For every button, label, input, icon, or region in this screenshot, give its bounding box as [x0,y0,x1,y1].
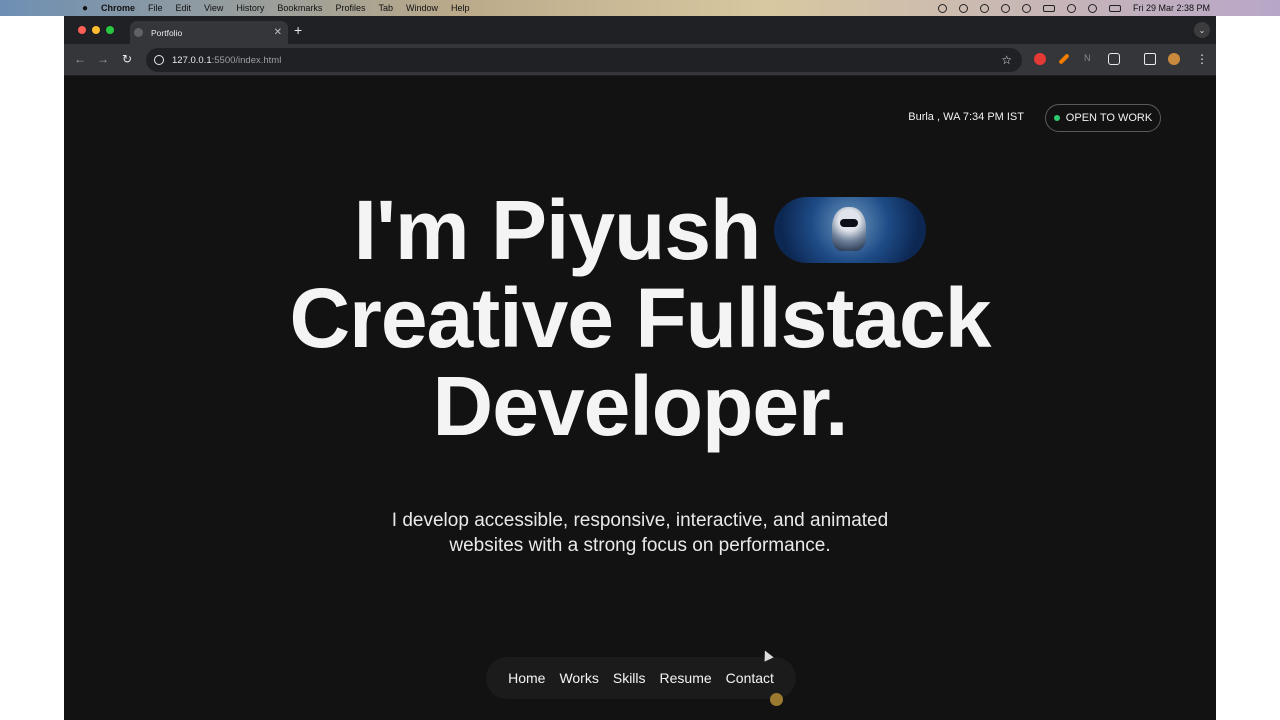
menu-profiles[interactable]: Profiles [335,3,365,13]
custom-cursor-dot [770,693,783,706]
menu-help[interactable]: Help [451,3,470,13]
bookmark-star-icon[interactable]: ☆ [1001,53,1012,67]
extension-pencil-icon[interactable] [1058,53,1070,65]
side-panel-icon[interactable] [1144,53,1156,65]
close-tab-icon[interactable]: ✕ [274,27,282,38]
diver-mask [840,218,859,227]
tagline-line-1: I develop accessible, responsive, intera… [391,510,889,531]
battery-icon[interactable] [1042,4,1055,12]
nav-contact[interactable]: Contact [726,670,774,686]
apple-logo-icon[interactable]: ● [80,3,90,14]
media-icon[interactable] [1000,3,1010,13]
status-icons: Fri 29 Mar 2:38 PM [937,3,1210,13]
bottom-nav: Home Works Skills Resume Contact [486,657,796,699]
page-viewport: Burla , WA 7:34 PM IST OPEN TO WORK I'm … [64,76,1216,720]
reload-icon[interactable]: ↻ [122,52,132,66]
tab-portfolio[interactable]: Portfolio ✕ [130,21,288,44]
menu-edit[interactable]: Edit [176,3,192,13]
close-window-button[interactable] [78,26,86,34]
extension-red-icon[interactable] [1034,53,1046,65]
palette-icon[interactable] [958,3,968,13]
hero-line-3: Developer. [432,359,849,453]
play-icon[interactable] [1021,3,1031,13]
tab-strip: Portfolio ✕ + ⌄ [64,16,1216,44]
open-to-work-label: OPEN TO WORK [1065,112,1153,124]
browser-toolbar: ← → ↻ 127.0.0.1 :5500/index.html ☆ N ⋮ [64,44,1216,76]
site-info-icon[interactable] [154,55,164,65]
menu-clock[interactable]: Fri 29 Mar 2:38 PM [1133,3,1210,13]
wifi-icon[interactable] [1066,3,1076,13]
forward-arrow-icon[interactable]: → [97,52,109,66]
menu-window[interactable]: Window [406,3,438,13]
menu-app-name[interactable]: Chrome [101,3,135,13]
spotlight-search-icon[interactable] [1087,3,1097,13]
profile-avatar[interactable] [1168,53,1180,65]
hero-heading: I'm Piyush Creative Fullstack Developer. [64,186,1216,450]
hero-name: I'm Piyush [353,183,762,277]
extension-grey-icon[interactable]: N [1084,53,1096,65]
nav-works[interactable]: Works [559,670,598,686]
tab-title: Portfolio [151,27,183,38]
menu-bookmarks[interactable]: Bookmarks [277,3,322,13]
menu-tab[interactable]: Tab [378,3,393,13]
hero-line-2: Creative Fullstack [289,271,991,365]
new-tab-button[interactable]: + [294,23,302,37]
tab-search-button[interactable]: ⌄ [1194,22,1210,38]
globe-icon [134,28,143,37]
hero-diver-photo [774,196,927,263]
menu-history[interactable]: History [236,3,264,13]
macos-menu-bar: ● Chrome File Edit View History Bookmark… [0,0,1280,16]
url-path: :5500/index.html [211,54,282,66]
hero-line-1: I'm Piyush [64,186,1216,274]
status-dot-icon [1053,115,1060,121]
extensions-puzzle-icon[interactable] [1108,53,1120,65]
record-icon[interactable] [937,3,947,13]
location-time: Burla , WA 7:34 PM IST [908,111,1024,123]
control-center-icon[interactable] [1108,4,1121,12]
nav-skills[interactable]: Skills [613,670,646,686]
url-host: 127.0.0.1 [172,54,212,66]
nav-resume[interactable]: Resume [660,670,712,686]
hero-tagline: I develop accessible, responsive, intera… [64,508,1216,558]
diver-figure [832,206,867,251]
open-to-work-button[interactable]: OPEN TO WORK [1045,104,1161,132]
more-menu-icon[interactable]: ⋮ [1196,52,1208,66]
minimize-window-button[interactable] [92,26,100,34]
nav-home[interactable]: Home [508,670,545,686]
back-arrow-icon[interactable]: ← [74,52,86,66]
menu-file[interactable]: File [148,3,163,13]
tagline-line-2: websites with a strong focus on performa… [449,535,831,556]
chrome-icon[interactable] [979,3,989,13]
menu-view[interactable]: View [204,3,223,13]
browser-window: Portfolio ✕ + ⌄ ← → ↻ 127.0.0.1 :5500/in… [64,16,1216,720]
fullscreen-window-button[interactable] [106,26,114,34]
address-bar[interactable]: 127.0.0.1 :5500/index.html ☆ [146,48,1022,72]
